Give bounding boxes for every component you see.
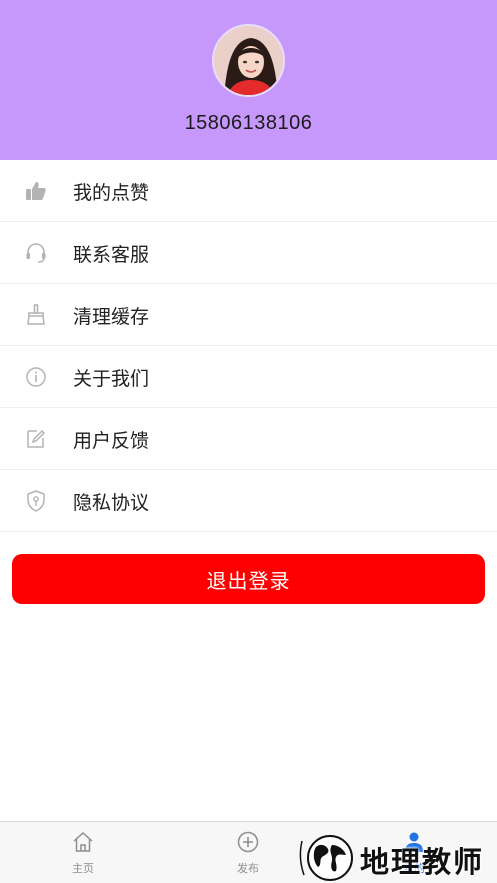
tab-publish[interactable]: 发布 (208, 830, 288, 876)
shield-icon (24, 489, 48, 513)
tab-home[interactable]: 主页 (43, 830, 123, 876)
headset-icon (24, 241, 48, 265)
menu-item-likes[interactable]: 我的点赞 (0, 160, 497, 222)
info-icon (24, 365, 48, 389)
settings-menu: 我的点赞 联系客服 清理缓存 关于我们 用户反馈 隐私协议 (0, 160, 497, 532)
thumbs-up-icon (24, 179, 48, 203)
avatar[interactable] (212, 24, 285, 97)
phone-number: 15806138106 (184, 112, 313, 134)
avatar-image (214, 26, 283, 95)
tab-label: 发布 (237, 862, 259, 875)
menu-item-support[interactable]: 联系客服 (0, 222, 497, 284)
tab-label: 主页 (72, 862, 94, 875)
menu-item-feedback[interactable]: 用户反馈 (0, 408, 497, 470)
menu-item-clear-cache[interactable]: 清理缓存 (0, 284, 497, 346)
logout-button[interactable]: 退出登录 (12, 554, 485, 604)
menu-label: 联系客服 (73, 244, 150, 266)
menu-label: 清理缓存 (73, 306, 150, 328)
menu-label: 关于我们 (73, 368, 150, 390)
broom-icon (24, 303, 48, 327)
menu-label: 我的点赞 (73, 182, 150, 204)
plus-circle-icon (236, 830, 260, 854)
home-icon (71, 830, 95, 854)
menu-label: 用户反馈 (73, 430, 150, 452)
watermark-logo: 地理教师 (292, 833, 497, 883)
profile-header: 15806138106 (0, 0, 497, 160)
menu-item-privacy[interactable]: 隐私协议 (0, 470, 497, 532)
globe-logo-icon (299, 835, 353, 881)
menu-item-about[interactable]: 关于我们 (0, 346, 497, 408)
edit-icon (24, 427, 48, 451)
menu-label: 隐私协议 (73, 492, 150, 514)
watermark-text: 地理教师 (360, 845, 485, 879)
